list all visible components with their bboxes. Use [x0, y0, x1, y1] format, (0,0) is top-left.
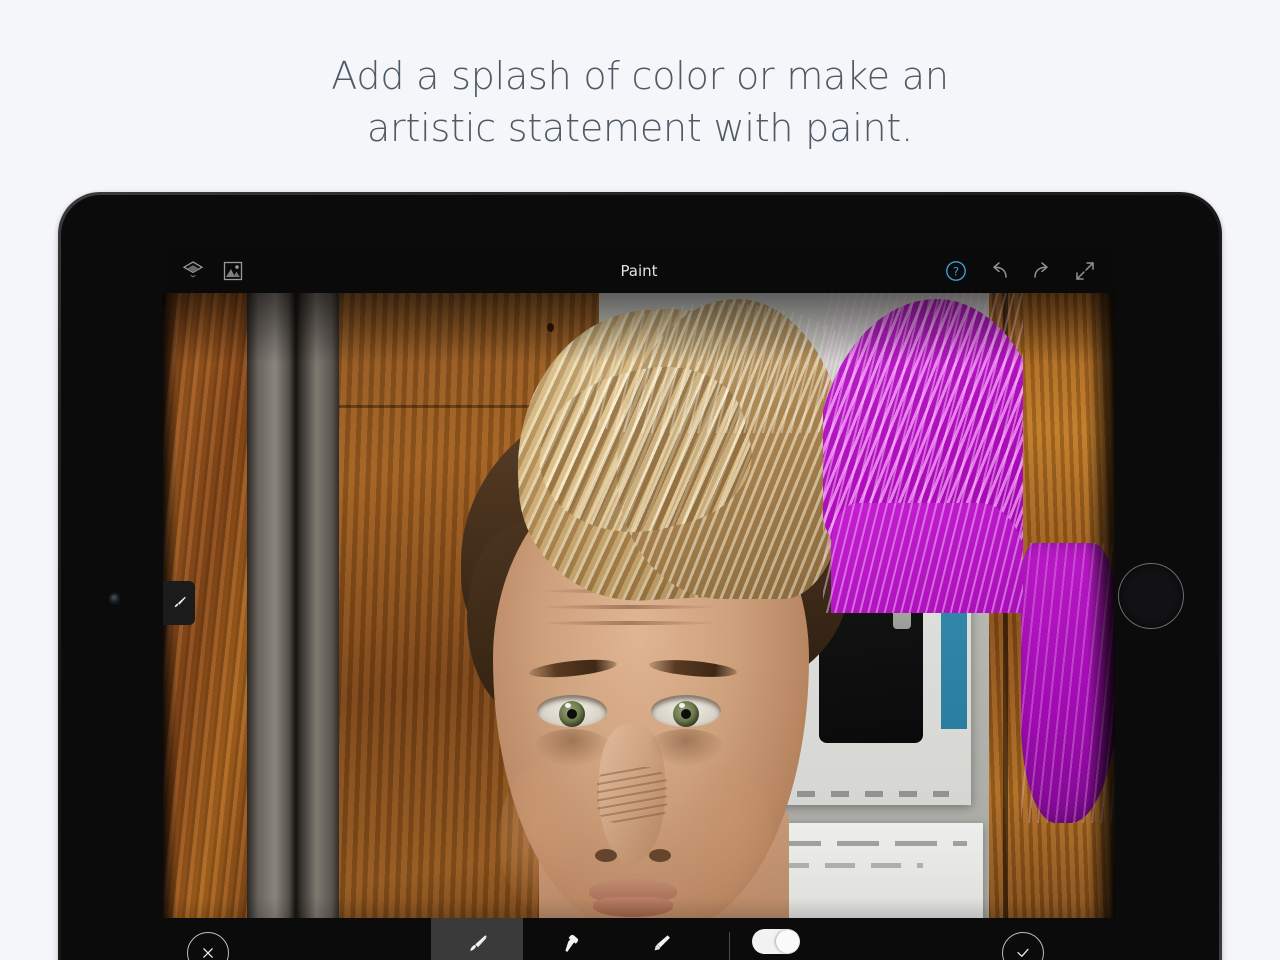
- blend-toggle[interactable]: [752, 929, 800, 954]
- topbar-left-group: [181, 259, 245, 283]
- home-button[interactable]: [1118, 563, 1184, 629]
- subject-eye-highlight: [565, 703, 571, 708]
- toolbar-divider: [729, 932, 730, 960]
- tab-pick-color[interactable]: Pick Color: [523, 918, 615, 960]
- topbar-right-group: ?: [944, 259, 1097, 283]
- photo-vignette-right: [1087, 293, 1115, 960]
- app-topbar: Paint ?: [163, 248, 1115, 293]
- subject-nostril: [595, 849, 617, 862]
- close-icon: [203, 948, 213, 958]
- subject-nose-wrinkle: [597, 767, 667, 823]
- subject-iris: [559, 701, 585, 727]
- checkmark-icon: [1017, 948, 1029, 957]
- page-root: Add a splash of color or make an artisti…: [0, 0, 1280, 960]
- photo-vignette-left: [163, 293, 177, 960]
- app-bottombar: Paint Pick Color Restore: [163, 918, 1115, 960]
- tab-paint[interactable]: Paint: [431, 918, 523, 960]
- subject-eye: [537, 695, 607, 727]
- confirm-button[interactable]: [1002, 932, 1044, 960]
- redo-icon[interactable]: [1030, 259, 1054, 283]
- svg-text:?: ?: [953, 264, 959, 278]
- eraser-icon: [654, 935, 670, 951]
- eyedropper-icon: [565, 934, 579, 952]
- blend-toggle-knob: [776, 930, 799, 953]
- subject-forehead-wrinkle: [539, 621, 719, 625]
- subject-forehead-wrinkle: [539, 605, 719, 609]
- subject-iris: [673, 701, 699, 727]
- front-camera-icon: [110, 594, 119, 603]
- tool-tabs: Paint Pick Color Restore: [431, 918, 707, 960]
- photo-vignette-top: [163, 293, 1115, 363]
- bottombar-right-group: [800, 918, 1068, 960]
- subject-nostril: [649, 849, 671, 862]
- subject-eye-highlight: [679, 703, 685, 708]
- subject-undereye: [533, 729, 611, 767]
- subject-cheek: [499, 763, 589, 913]
- page-headline: Add a splash of color or make an artisti…: [0, 50, 1280, 155]
- blend-control[interactable]: Blend: [752, 918, 800, 960]
- paintbrush-icon: [470, 934, 487, 951]
- undo-icon[interactable]: [987, 259, 1011, 283]
- photo-subject: [361, 293, 1115, 960]
- layers-icon[interactable]: [181, 259, 205, 283]
- subject-eye: [651, 695, 721, 727]
- ipad-device: Paint ?: [58, 192, 1222, 960]
- cancel-button[interactable]: [187, 932, 229, 960]
- app-screen: Paint ?: [163, 248, 1115, 960]
- background-doorframe: [247, 293, 341, 960]
- headline-line-1: Add a splash of color or make an: [331, 54, 949, 98]
- expand-icon[interactable]: [1073, 259, 1097, 283]
- image-icon[interactable]: [221, 259, 245, 283]
- brush-tool-tab[interactable]: [163, 581, 195, 625]
- photo-canvas[interactable]: [163, 293, 1115, 960]
- paintbrush-icon: [174, 596, 186, 608]
- bottombar-left-group: [163, 918, 431, 960]
- tab-restore[interactable]: Restore: [615, 918, 707, 960]
- edited-photo: [163, 293, 1115, 960]
- headline-line-2: artistic statement with paint.: [366, 106, 914, 151]
- help-icon[interactable]: ?: [944, 259, 968, 283]
